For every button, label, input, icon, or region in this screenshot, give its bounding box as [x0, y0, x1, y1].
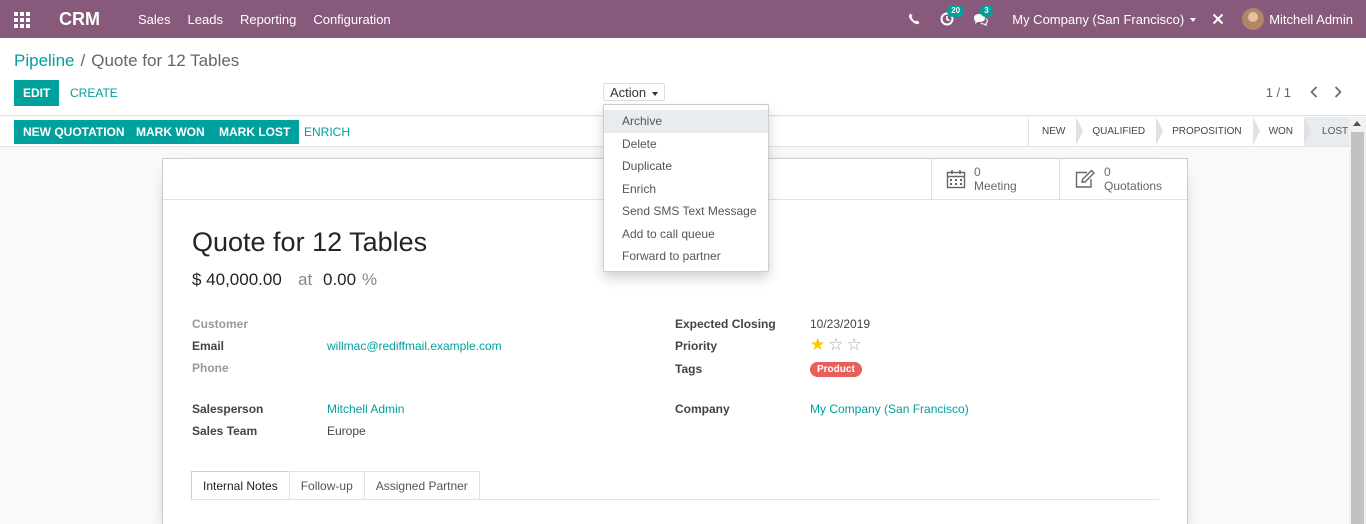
chevron-down-icon [1190, 18, 1197, 23]
salesperson-value[interactable]: Mitchell Admin [327, 402, 404, 416]
avatar [1242, 8, 1265, 30]
stage-won[interactable]: WON [1252, 117, 1312, 146]
messages-icon[interactable]: 3 [970, 5, 993, 29]
tab-follow-up[interactable]: Follow-up [288, 471, 365, 500]
company-label: Company [675, 402, 730, 416]
next-record-icon[interactable] [1328, 82, 1348, 102]
user-name: Mitchell Admin [1269, 11, 1353, 27]
breadcrumb-current: Quote for 12 Tables [91, 51, 240, 70]
customer-label: Customer [192, 317, 249, 331]
quotation-label: Quotations [1104, 178, 1163, 193]
top-navbar: CRM Sales Leads Reporting Configuration … [0, 0, 1366, 38]
menu-item-archive[interactable]: Archive [604, 110, 768, 133]
phone-icon[interactable] [904, 9, 924, 29]
tab-internal-notes[interactable]: Internal Notes [191, 471, 290, 500]
calendar-icon [946, 170, 966, 189]
menu-sales[interactable]: Sales [138, 12, 171, 27]
expected-closing-label: Expected Closing [675, 317, 776, 331]
stage-new[interactable]: NEW [1029, 117, 1084, 146]
apps-menu-icon[interactable] [14, 12, 32, 28]
stage-qualified[interactable]: QUALIFIED [1076, 117, 1163, 146]
message-count-badge: 3 [980, 5, 993, 17]
salesperson-label: Salesperson [192, 402, 264, 416]
tag-badge[interactable]: Product [810, 362, 862, 377]
expected-closing-value[interactable]: 10/23/2019 [810, 317, 870, 331]
action-dropdown-button[interactable]: Action [603, 83, 666, 101]
app-brand[interactable]: CRM [59, 9, 100, 30]
new-quotation-button[interactable]: NEW QUOTATION [14, 120, 134, 144]
breadcrumb: Pipeline / Quote for 12 Tables [14, 51, 239, 71]
edit-document-icon [1075, 169, 1095, 188]
at-label: at [298, 270, 313, 289]
tags-label: Tags [675, 362, 703, 376]
debug-tools-icon[interactable] [1208, 9, 1228, 29]
meeting-label: Meeting [974, 178, 1017, 193]
notebook-tabs: Internal Notes Follow-up Assigned Partne… [191, 471, 480, 500]
menu-item-send-sms[interactable]: Send SMS Text Message [604, 200, 768, 223]
menu-reporting[interactable]: Reporting [240, 12, 296, 27]
priority-stars: ★ ☆ ☆ [810, 336, 865, 353]
tab-assigned-partner[interactable]: Assigned Partner [363, 471, 480, 500]
menu-item-delete[interactable]: Delete [604, 133, 768, 156]
stage-pipeline: NEW QUALIFIED PROPOSITION WON LOST [1028, 117, 1365, 146]
priority-label: Priority [675, 339, 718, 353]
breadcrumb-separator: / [80, 51, 86, 70]
meeting-count: 0 [974, 164, 981, 179]
create-button[interactable]: CREATE [70, 80, 118, 106]
email-label: Email [192, 339, 225, 353]
menu-item-enrich[interactable]: Enrich [604, 178, 768, 201]
quotations-smart-button[interactable]: 0 Quotations [1059, 159, 1187, 199]
star-empty-icon[interactable]: ☆ [847, 336, 862, 353]
sales-team-label: Sales Team [192, 424, 258, 438]
action-dropdown-menu: Archive Delete Duplicate Enrich Send SMS… [603, 104, 769, 272]
stage-proposition[interactable]: PROPOSITION [1156, 117, 1261, 146]
company-switcher-label: My Company (San Francisco) [1012, 11, 1185, 27]
edit-button[interactable]: EDIT [14, 80, 60, 106]
company-value[interactable]: My Company (San Francisco) [810, 402, 969, 416]
tabs-divider [191, 499, 1159, 500]
star-empty-icon[interactable]: ☆ [828, 336, 843, 353]
star-filled-icon[interactable]: ★ [810, 336, 825, 353]
mark-won-button[interactable]: MARK WON [127, 120, 214, 144]
activity-count-badge: 20 [947, 5, 965, 17]
company-switcher[interactable]: My Company (San Francisco) [1012, 11, 1197, 27]
menu-item-add-to-call-queue[interactable]: Add to call queue [604, 223, 768, 246]
mark-lost-button[interactable]: MARK LOST [210, 120, 300, 144]
sales-team-value[interactable]: Europe [327, 424, 366, 438]
enrich-button[interactable]: ENRICH [304, 120, 350, 144]
lead-title[interactable]: Quote for 12 Tables [192, 227, 427, 258]
page-scrollbar[interactable] [1349, 117, 1366, 524]
expected-revenue[interactable]: $ 40,000.00 [192, 270, 282, 290]
caret-down-icon [652, 91, 659, 96]
previous-record-icon[interactable] [1304, 82, 1324, 102]
scrollbar-thumb[interactable] [1351, 132, 1364, 524]
user-menu[interactable]: Mitchell Admin [1242, 8, 1353, 30]
probability-value[interactable]: 0.00 [323, 270, 356, 290]
menu-leads[interactable]: Leads [188, 12, 223, 27]
action-label: Action [610, 85, 647, 100]
scroll-up-arrow-icon[interactable] [1353, 121, 1361, 126]
menu-configuration[interactable]: Configuration [313, 12, 390, 27]
email-value[interactable]: willmac@rediffmail.example.com [327, 339, 502, 353]
percent-label: % [362, 270, 378, 289]
quotation-count: 0 [1104, 164, 1111, 179]
pager-value[interactable]: 1 / 1 [1266, 85, 1291, 100]
menu-item-duplicate[interactable]: Duplicate [604, 155, 768, 178]
smart-button-box: 0 Meeting 0 Quotations [931, 159, 1187, 199]
meeting-smart-button[interactable]: 0 Meeting [931, 159, 1059, 199]
phone-label: Phone [192, 361, 229, 375]
activity-clock-icon[interactable]: 20 [937, 5, 965, 29]
menu-item-forward-to-partner[interactable]: Forward to partner [604, 245, 768, 268]
breadcrumb-pipeline[interactable]: Pipeline [14, 51, 75, 70]
